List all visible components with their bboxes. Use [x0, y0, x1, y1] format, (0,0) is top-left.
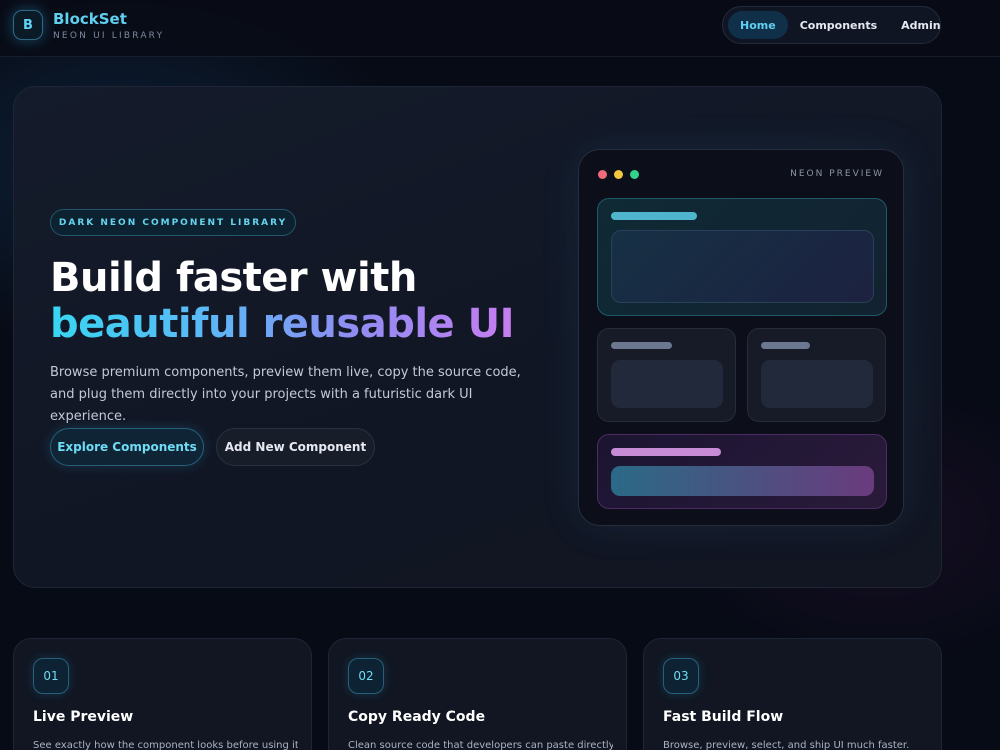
top-header: B BlockSet NEON UI LIBRARY Home Componen…: [0, 0, 1000, 57]
hero-tag-badge: DARK NEON COMPONENT LIBRARY: [50, 209, 296, 236]
feature-title: Fast Build Flow: [663, 709, 784, 725]
brand-name[interactable]: BlockSet: [53, 10, 127, 28]
feature-number-badge: 03: [663, 658, 699, 694]
add-new-component-button[interactable]: Add New Component: [216, 428, 375, 466]
feature-number-badge: 02: [348, 658, 384, 694]
hero-title-line2: beautiful reusable UI: [50, 301, 514, 347]
preview-bar: [611, 342, 672, 349]
feature-card-fast-build-flow: 03 Fast Build Flow Browse, preview, sele…: [643, 638, 942, 750]
preview-panel: [761, 360, 873, 408]
nav-components[interactable]: Components: [788, 11, 889, 39]
neon-preview-card: NEON PREVIEW: [578, 149, 904, 526]
window-dot-green-icon: [630, 170, 639, 179]
brand-subtitle: NEON UI LIBRARY: [53, 31, 165, 41]
explore-components-button[interactable]: Explore Components: [50, 428, 204, 466]
feature-description: Clean source code that developers can pa…: [348, 740, 613, 750]
preview-block-top: [597, 198, 887, 316]
main-nav: Home Components Admin: [722, 6, 941, 44]
window-dot-red-icon: [598, 170, 607, 179]
preview-bar: [611, 448, 721, 456]
feature-title: Live Preview: [33, 709, 134, 725]
preview-bar: [761, 342, 810, 349]
preview-label: NEON PREVIEW: [790, 169, 884, 179]
feature-card-copy-ready-code: 02 Copy Ready Code Clean source code tha…: [328, 638, 627, 750]
preview-block-left: [597, 328, 736, 422]
hero-description: Browse premium components, preview them …: [50, 365, 521, 424]
window-dot-yellow-icon: [614, 170, 623, 179]
feature-title: Copy Ready Code: [348, 709, 486, 725]
preview-panel: [611, 360, 723, 408]
preview-panel: [611, 230, 874, 303]
feature-description: Browse, preview, select, and ship UI muc…: [663, 740, 910, 750]
hero-title-line1: Build faster with: [50, 255, 417, 301]
nav-admin[interactable]: Admin: [889, 11, 952, 39]
nav-home[interactable]: Home: [728, 11, 788, 39]
preview-gradient-bar: [611, 466, 874, 496]
preview-bar: [611, 212, 697, 220]
feature-card-live-preview: 01 Live Preview See exactly how the comp…: [13, 638, 312, 750]
preview-block-right: [747, 328, 886, 422]
feature-description: See exactly how the component looks befo…: [33, 740, 298, 750]
logo-icon[interactable]: B: [13, 10, 43, 40]
preview-block-bottom: [597, 434, 887, 509]
feature-number-badge: 01: [33, 658, 69, 694]
